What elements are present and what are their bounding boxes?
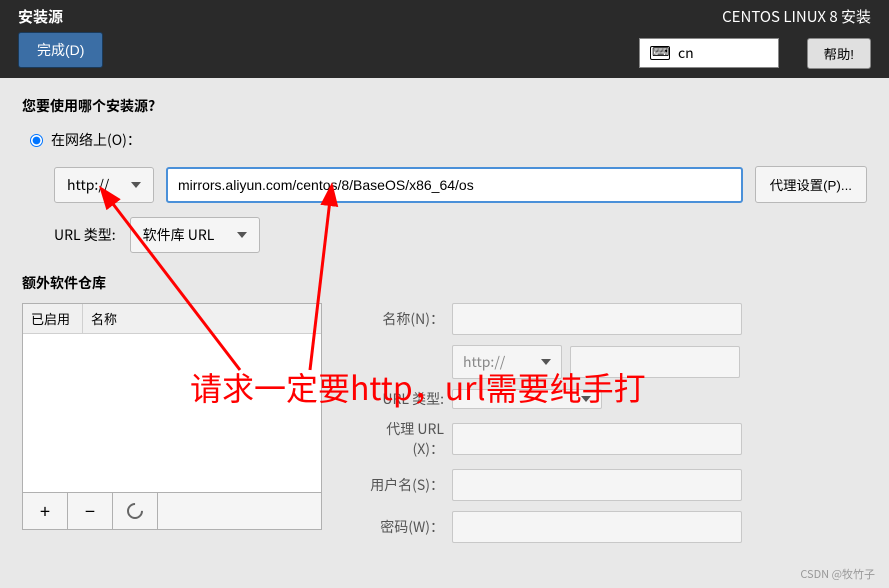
proxy-settings-button[interactable]: 代理设置(P)...	[755, 166, 867, 203]
repo-pass-label: 密码(W)：	[352, 517, 452, 537]
add-repo-button[interactable]: +	[23, 493, 68, 529]
keyboard-icon	[650, 46, 670, 60]
repo-urltype-dropdown	[452, 389, 602, 409]
network-radio-label: 在网络上(O)：	[51, 130, 141, 150]
repo-url-field	[570, 346, 740, 378]
caret-down-icon	[237, 232, 247, 238]
page-title: 安装源	[18, 6, 63, 27]
col-name: 名称	[83, 304, 321, 333]
keyboard-layout-selector[interactable]: cn	[639, 38, 779, 68]
help-button[interactable]: 帮助!	[807, 38, 871, 69]
url-type-label: URL 类型:	[54, 225, 116, 245]
watermark: CSDN @牧竹子	[800, 566, 875, 582]
col-enabled: 已启用	[23, 304, 83, 333]
repo-pass-field	[452, 511, 742, 543]
extra-repos-section: 已启用 名称 + − 名称(N)： http://	[22, 303, 867, 553]
repo-name-field	[452, 303, 742, 335]
repo-form-panel: 名称(N)： http:// URL 类型: 代理 URL (X)：	[352, 303, 867, 553]
url-type-row: URL 类型: 软件库 URL	[54, 217, 867, 253]
protocol-dropdown[interactable]: http://	[54, 167, 154, 203]
extra-repos-title: 额外软件仓库	[22, 273, 867, 293]
protocol-value: http://	[67, 175, 109, 195]
content-area: 您要使用哪个安装源? 在网络上(O)： http:// 代理设置(P)... U…	[0, 78, 889, 571]
url-type-dropdown[interactable]: 软件库 URL	[130, 217, 260, 253]
lang-code: cn	[678, 43, 694, 63]
network-radio[interactable]	[30, 134, 43, 147]
caret-down-icon	[131, 182, 141, 188]
source-question: 您要使用哪个安装源?	[22, 96, 867, 116]
header-bar: 安装源 完成(D) CENTOS LINUX 8 安装 cn 帮助!	[0, 0, 889, 78]
network-radio-row: 在网络上(O)：	[30, 130, 867, 150]
repo-user-field	[452, 469, 742, 501]
repo-proxy-field	[452, 423, 742, 455]
caret-down-icon	[581, 396, 591, 402]
repo-protocol-dropdown: http://	[452, 345, 562, 379]
caret-down-icon	[541, 359, 551, 365]
repo-list-header: 已启用 名称	[23, 304, 321, 334]
repo-name-label: 名称(N)：	[352, 309, 452, 329]
done-button[interactable]: 完成(D)	[18, 32, 103, 68]
reload-icon	[124, 500, 147, 523]
repo-proto-value: http://	[463, 352, 505, 372]
repo-list[interactable]: 已启用 名称	[22, 303, 322, 493]
repo-proxy-label: 代理 URL (X)：	[352, 419, 452, 459]
url-row: http:// 代理设置(P)...	[54, 166, 867, 203]
url-type-value: 软件库 URL	[143, 225, 215, 245]
url-input[interactable]	[166, 167, 743, 203]
repo-user-label: 用户名(S)：	[352, 475, 452, 495]
repo-list-buttons: + −	[22, 493, 322, 530]
repo-list-panel: 已启用 名称 + −	[22, 303, 322, 553]
repo-urltype-label: URL 类型:	[352, 389, 452, 409]
product-title: CENTOS LINUX 8 安装	[722, 6, 871, 27]
reload-repo-button[interactable]	[113, 493, 158, 529]
remove-repo-button[interactable]: −	[68, 493, 113, 529]
